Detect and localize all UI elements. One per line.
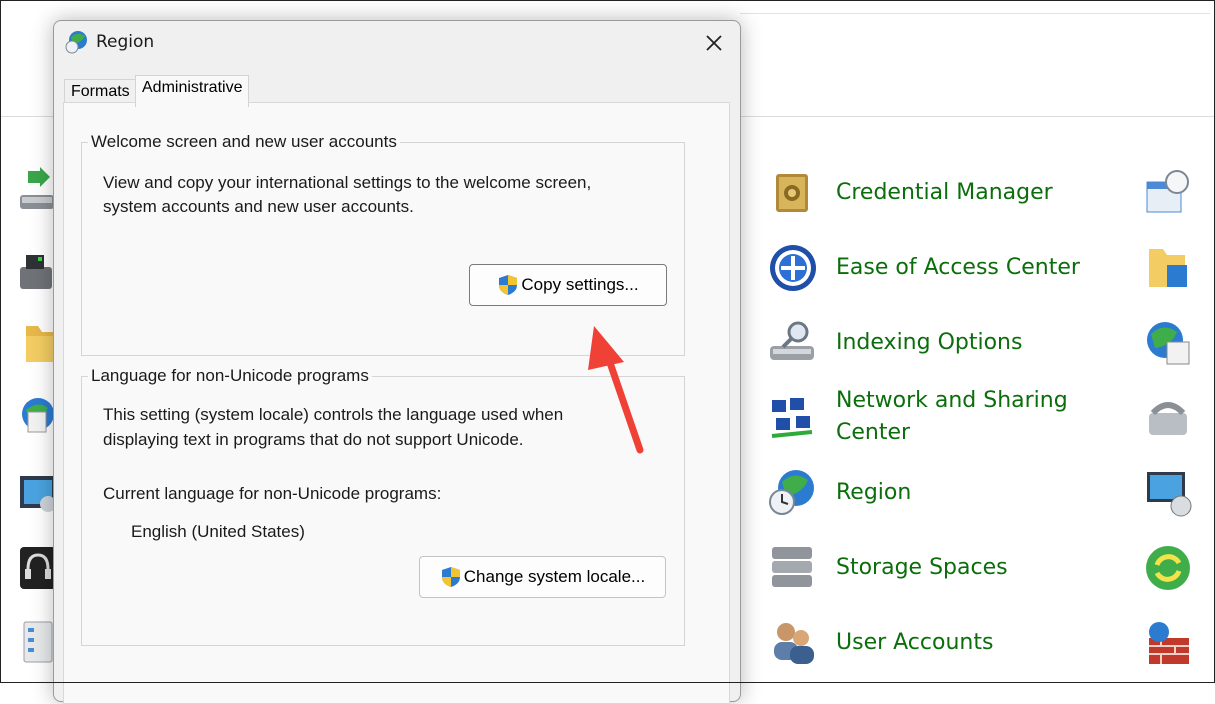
copy-settings-button[interactable]: Copy settings... — [469, 264, 667, 306]
cp-item-label: Network and Sharing Center — [836, 388, 1068, 445]
firewall-icon[interactable] — [1143, 618, 1193, 668]
change-system-locale-button[interactable]: Change system locale... — [419, 556, 666, 598]
sound-icon[interactable] — [18, 543, 58, 593]
phone-modem-icon[interactable] — [1143, 393, 1193, 443]
work-folders-icon[interactable] — [1143, 243, 1193, 293]
cp-item-label: Region — [836, 480, 912, 505]
welcome-description-line2: system accounts and new user accounts. — [103, 197, 414, 216]
devices-printers-icon[interactable] — [18, 245, 58, 295]
cp-item-user-accounts[interactable]: User Accounts — [768, 618, 1096, 668]
copy-settings-label: Copy settings... — [521, 275, 639, 294]
storage-icon — [772, 547, 812, 587]
cp-item-label: User Accounts — [836, 630, 994, 655]
arrow-annotation — [588, 326, 644, 454]
change-system-locale-label: Change system locale... — [463, 567, 646, 586]
cp-item-label: Storage Spaces — [836, 555, 1008, 580]
network-icon — [771, 398, 813, 438]
group-legend: Welcome screen and new user accounts — [88, 132, 400, 152]
shield-icon — [441, 567, 460, 587]
internet-globe-icon[interactable] — [1143, 318, 1193, 368]
region-globe-icon — [769, 470, 814, 515]
cp-item-network-sharing[interactable]: Network and Sharing Center — [768, 385, 1096, 449]
cp-item-label: Ease of Access Center — [836, 255, 1080, 280]
internet-options-icon[interactable] — [18, 392, 58, 442]
current-language-label: Current language for non-Unicode program… — [103, 484, 442, 503]
sync-center-icon[interactable] — [1143, 543, 1193, 593]
cp-item-indexing-options[interactable]: Indexing Options — [768, 318, 1096, 368]
cp-item-storage-spaces[interactable]: Storage Spaces — [768, 543, 1096, 593]
indexing-icon — [770, 321, 814, 360]
cp-item-ease-of-access[interactable]: Ease of Access Center — [768, 243, 1096, 293]
close-icon[interactable] — [700, 29, 728, 57]
users-icon — [774, 623, 814, 664]
mouse-display-icon[interactable] — [18, 470, 58, 520]
shield-icon — [499, 275, 518, 295]
remote-app-icon[interactable] — [1143, 468, 1193, 518]
backup-restore-icon[interactable] — [18, 165, 58, 215]
dialog-title: Region — [96, 32, 155, 52]
folder-icon[interactable] — [18, 318, 58, 368]
unicode-description-line1: This setting (system locale) controls th… — [103, 405, 564, 424]
welcome-description-line1: View and copy your international setting… — [103, 173, 592, 192]
date-time-icon[interactable] — [1143, 168, 1193, 218]
ease-of-access-icon — [770, 245, 816, 291]
safe-icon — [776, 174, 808, 212]
tab-administrative[interactable]: Administrative — [135, 75, 250, 107]
current-language-value: English (United States) — [131, 522, 305, 541]
cp-item-region[interactable]: Region — [768, 468, 1096, 518]
group-legend: Language for non-Unicode programs — [88, 366, 372, 386]
region-globe-icon — [65, 31, 87, 54]
unicode-description-line2: displaying text in programs that do not … — [103, 430, 524, 449]
cp-item-label: Indexing Options — [836, 330, 1023, 355]
programs-icon[interactable] — [18, 620, 58, 670]
cp-item-credential-manager[interactable]: Credential Manager — [768, 168, 1096, 218]
cp-item-label: Credential Manager — [836, 180, 1053, 205]
header-divider — [740, 13, 1210, 14]
